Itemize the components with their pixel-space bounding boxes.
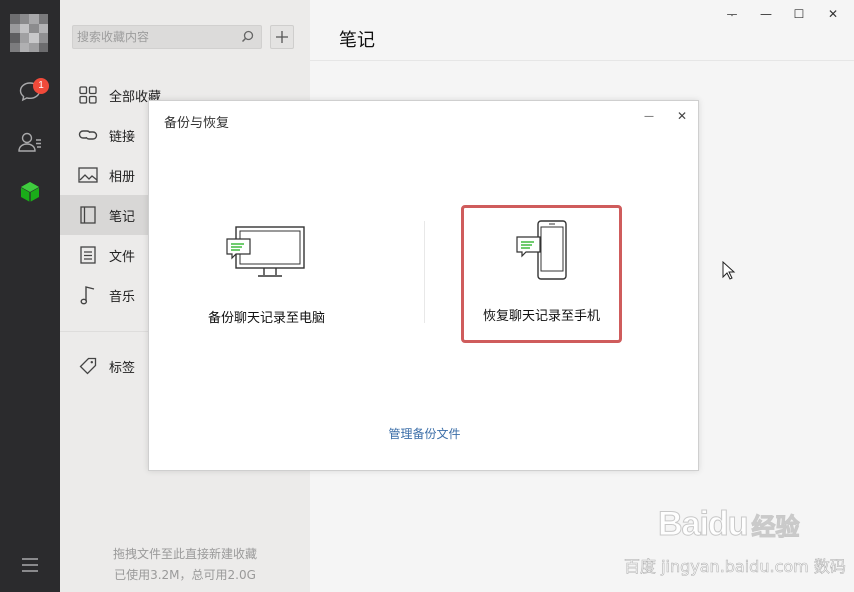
watermark-logo: Baidu 经验: [658, 505, 800, 544]
note-icon: [78, 205, 98, 225]
avatar[interactable]: [10, 14, 48, 52]
maximize-button[interactable]: ☐: [788, 4, 810, 24]
watermark-caption: 百度 jingyan.baidu.com 数码: [624, 557, 846, 577]
backup-to-pc-label: 备份聊天记录至电脑: [207, 311, 325, 326]
plus-icon: [276, 31, 288, 43]
nav-item-label: 笔记: [109, 209, 136, 225]
highlight-frame: [461, 205, 622, 343]
favorites-cube-icon[interactable]: [16, 178, 44, 206]
file-icon: [78, 245, 98, 265]
nav-item-label: 音乐: [109, 289, 136, 305]
left-rail: 1: [0, 0, 60, 592]
tag-icon: [78, 356, 98, 376]
dialog-close-button[interactable]: ✕: [673, 108, 691, 124]
drag-hint: 拖拽文件至此直接新建收藏: [112, 547, 257, 561]
music-icon: [78, 285, 98, 305]
nav-item-label: 标签: [109, 360, 136, 376]
page-title: 笔记: [339, 30, 375, 51]
dialog-minimize-button[interactable]: —: [640, 108, 658, 124]
menu-icon[interactable]: [16, 551, 44, 579]
add-favorite-button[interactable]: [270, 25, 294, 49]
dialog-title: 备份与恢复: [164, 116, 230, 131]
pin-button[interactable]: ᅮ: [721, 4, 743, 24]
search-input[interactable]: [73, 26, 233, 48]
search-box: [72, 25, 262, 49]
contacts-icon[interactable]: [16, 128, 44, 156]
manage-backup-link[interactable]: 管理备份文件: [149, 425, 700, 442]
image-icon: [78, 165, 98, 185]
backup-restore-dialog: 备份与恢复 — ✕ 备份聊天记录至电脑 恢复聊天记录至手机 管理备份文件: [148, 100, 699, 471]
storage-usage: 已使用3.2M，总可用2.0G: [114, 568, 256, 582]
grid-icon: [78, 85, 98, 105]
nav-item-label: 相册: [109, 169, 136, 185]
pc-monitor-icon: [225, 226, 305, 277]
nav-item-label: 文件: [109, 249, 136, 265]
backup-to-pc-option[interactable]: 备份聊天记录至电脑: [199, 225, 334, 326]
minimize-button[interactable]: —: [755, 4, 777, 24]
mouse-cursor-icon: [722, 261, 736, 280]
nav-item-label: 链接: [109, 129, 136, 145]
search-icon[interactable]: [241, 30, 255, 44]
option-divider: [424, 221, 425, 323]
unread-badge: 1: [33, 78, 49, 94]
watermark: Baidu 经验 百度 jingyan.baidu.com 数码: [624, 505, 850, 585]
link-icon: [78, 125, 98, 145]
close-button[interactable]: ✕: [822, 4, 844, 24]
